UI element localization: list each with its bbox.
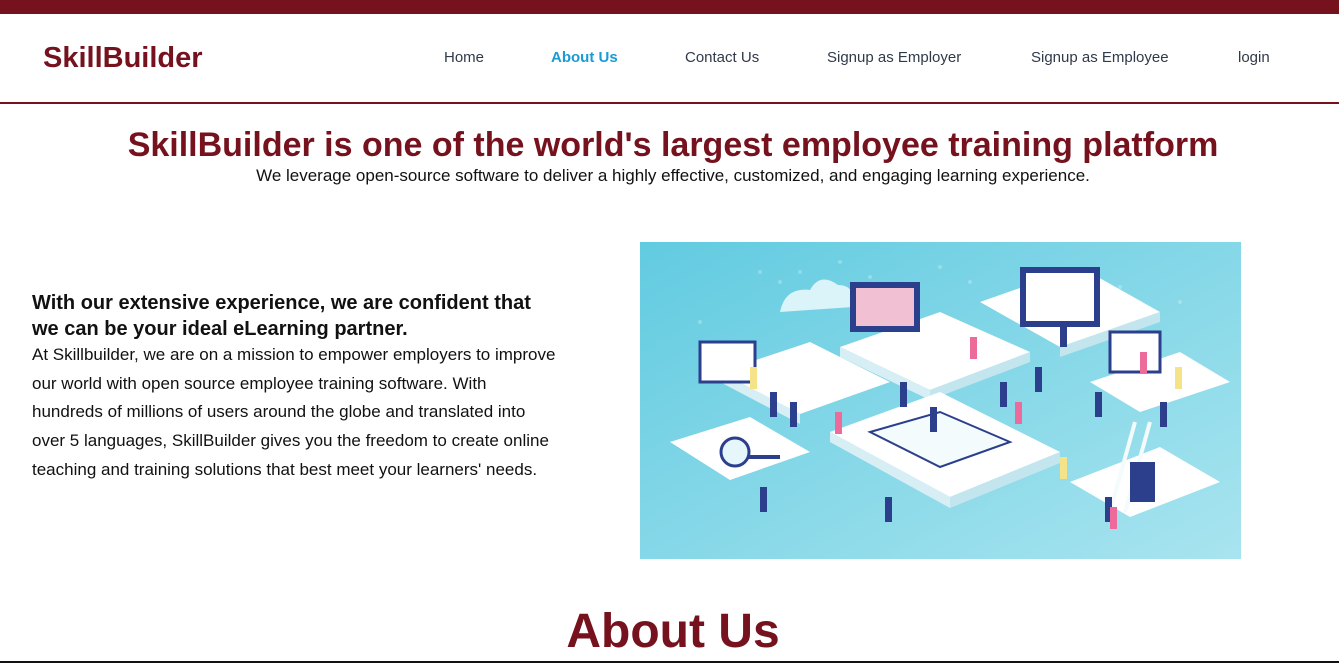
nav-contact-us[interactable]: Contact Us [685,49,759,66]
hero-subtitle: We leverage open-source software to deli… [256,166,1090,185]
nav-signup-employee[interactable]: Signup as Employee [1031,49,1169,66]
about-us-heading: About Us [566,605,780,658]
nav-login[interactable]: login [1238,49,1270,66]
elearning-illustration [640,242,1241,559]
intro-heading: With our extensive experience, we are co… [32,292,531,340]
intro-body: At Skillbuilder, we are on a mission to … [32,345,556,479]
nav-signup-employer[interactable]: Signup as Employer [827,49,961,66]
nav-about-us[interactable]: About Us [551,49,618,66]
top-accent-bar [0,0,1339,14]
navbar: SkillBuilder Home About Us Contact Us Si… [0,14,1339,104]
brand-logo[interactable]: SkillBuilder [43,42,203,75]
hero-title: SkillBuilder is one of the world's large… [127,126,1219,164]
isometric-elearning-illustration-icon [640,242,1241,559]
nav-home[interactable]: Home [444,49,484,66]
